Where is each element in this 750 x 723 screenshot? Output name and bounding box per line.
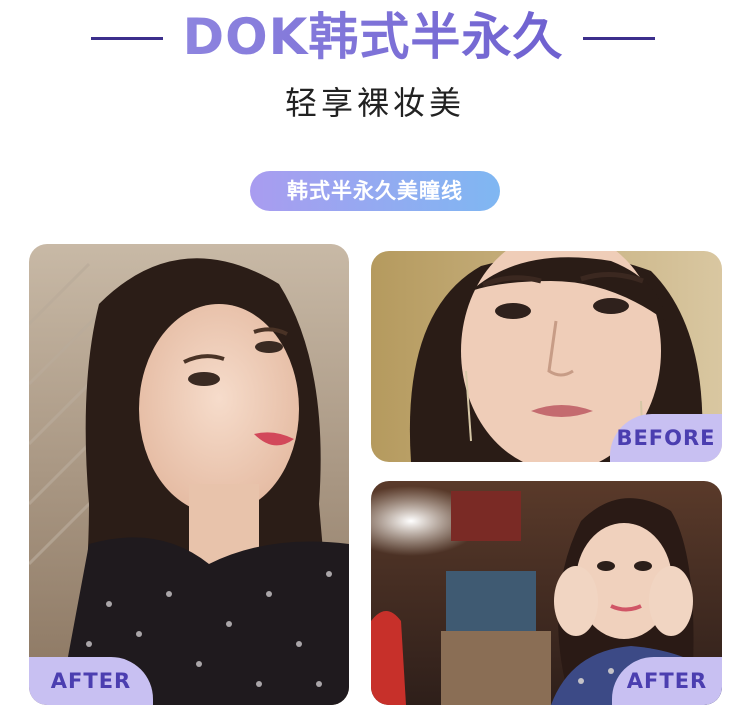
after-photo-secondary: AFTER (371, 481, 722, 705)
title-row: DOK韩式半永久 (0, 6, 750, 68)
section-pill-badge: 韩式半永久美瞳线 (250, 171, 500, 211)
after-label: AFTER (29, 657, 153, 705)
before-photo: BEFORE (371, 251, 722, 462)
page-title: DOK韩式半永久 (165, 6, 581, 68)
after-portrait-image (29, 244, 349, 705)
page-subtitle: 轻享裸妆美 (284, 84, 465, 122)
after-photo-main: AFTER (29, 244, 349, 705)
title-divider-right (583, 37, 655, 40)
after-label-secondary: AFTER (612, 657, 722, 705)
title-divider-left (91, 37, 163, 40)
before-label: BEFORE (610, 414, 722, 462)
